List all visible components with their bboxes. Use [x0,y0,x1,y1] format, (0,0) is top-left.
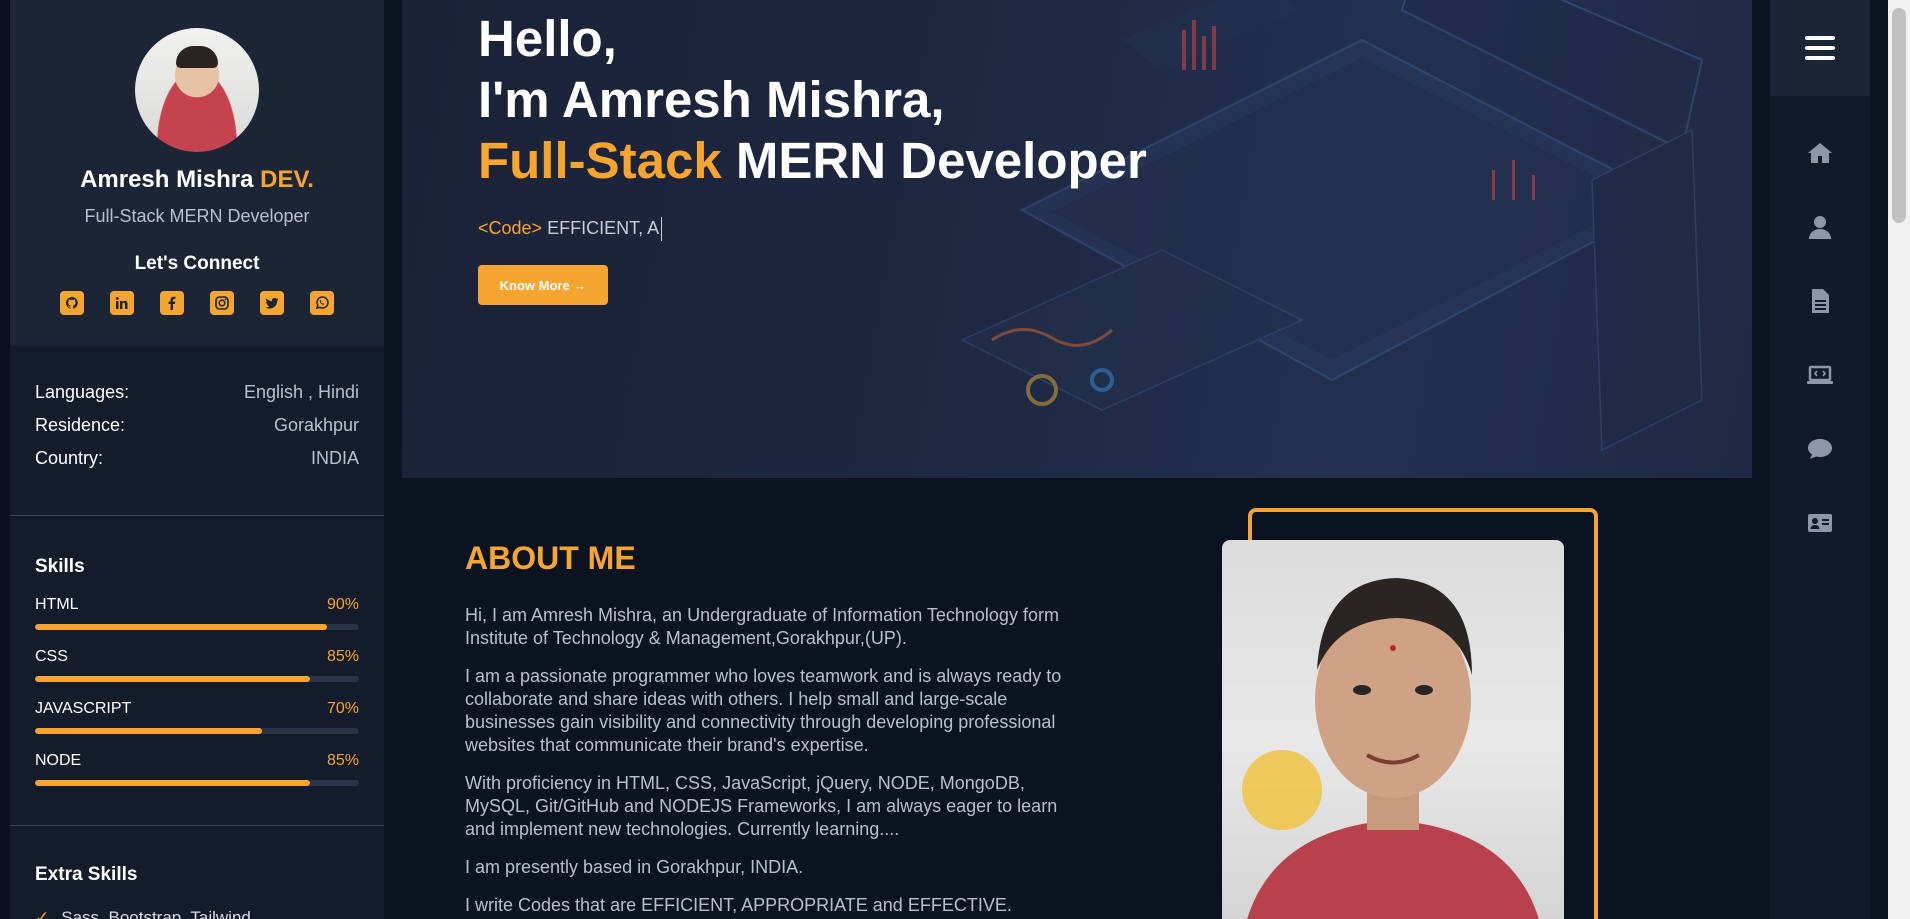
info-row-residence: Residence: Gorakhpur [35,415,359,436]
skill-bar [35,728,359,734]
extra-skill-item: ✓ Sass, Bootstrap, Tailwind [35,908,359,919]
info-key: Country: [35,448,104,468]
laptop-code-icon[interactable] [1770,338,1870,412]
skill-name: HTML [35,596,79,613]
skill-html: HTML 90% [35,596,359,630]
skill-percent: 70% [326,700,359,717]
typing-value: EFFICIENT, A [547,217,660,238]
profile-name: Amresh Mishra DEV. [10,166,384,194]
skill-css: CSS 85% [35,648,359,682]
connect-title: Let's Connect [134,253,260,274]
right-navigation [1770,0,1870,919]
skill-node: NODE 85% [35,752,359,786]
about-paragraph: Hi, I am Amresh Mishra, an Undergraduate… [465,605,1059,648]
text-cursor [661,217,663,241]
hero-role-rest: MERN Developer [735,132,1147,189]
about-paragraph: With proficiency in HTML, CSS, JavaScrip… [465,773,1058,839]
personal-info: Languages: English , Hindi Residence: Go… [10,346,384,516]
info-key: Languages: [35,382,130,402]
skill-percent: 90% [326,596,359,613]
profile-role: Full-Stack MERN Developer [84,206,310,226]
skill-bar-fill [35,780,311,786]
user-icon[interactable] [1770,190,1870,264]
hero-name: I'm Amresh Mishra, [478,71,945,128]
instagram-icon[interactable] [210,291,234,315]
extra-skill-label: Sass, Bootstrap, Tailwind [61,908,251,919]
info-row-country: Country: INDIA [35,448,359,469]
extra-skills-title: Extra Skills [35,864,138,885]
typing-code-tag: <Code> [478,217,543,238]
info-row-languages: Languages: English , Hindi [35,382,359,403]
linkedin-icon[interactable] [110,291,134,315]
skill-percent: 85% [326,752,359,769]
nav-list [1770,116,1870,560]
hero-greeting: Hello, [478,10,617,67]
know-more-button[interactable]: Know More → [478,265,608,305]
skills-title: Skills [35,556,85,577]
home-icon[interactable] [1770,116,1870,190]
page-scrollbar[interactable] [1888,0,1910,919]
profile-name-main: Amresh Mishra [80,166,254,193]
about-paragraph: I am a passionate programmer who loves t… [465,666,1062,755]
info-key: Residence: [35,415,126,435]
avatar [135,28,259,152]
twitter-icon[interactable] [260,291,284,315]
info-value: English , Hindi [243,382,359,402]
contact-card-icon[interactable] [1770,486,1870,560]
skill-name: JAVASCRIPT [35,700,132,717]
extra-skills-section: Extra Skills ✓ Sass, Bootstrap, Tailwind [10,826,384,919]
facebook-icon[interactable] [160,291,184,315]
info-value: Gorakhpur [273,415,359,435]
info-value: INDIA [310,448,359,468]
skill-bar [35,676,359,682]
about-text: Hi, I am Amresh Mishra, an Undergraduate… [465,604,1065,919]
skill-name: NODE [35,752,82,769]
skill-bar-fill [35,676,311,682]
left-edge [0,0,10,919]
profile-sidebar: Amresh Mishra DEV. Full-Stack MERN Devel… [10,0,384,919]
hero-banner: Hello, I'm Amresh Mishra, Full-Stack MER… [402,0,1752,478]
skill-percent: 85% [326,648,359,665]
about-paragraph: I am presently based in Gorakhpur, INDIA… [465,857,804,877]
skill-bar [35,780,359,786]
skill-javascript: JAVASCRIPT 70% [35,700,359,734]
hero-role-accent: Full-Stack [478,132,722,189]
skill-bar [35,624,359,630]
social-links [10,291,384,315]
scrollbar-thumb[interactable] [1892,8,1906,223]
about-paragraph: I write Codes that are EFFICIENT, APPROP… [465,895,1012,915]
github-icon[interactable] [60,291,84,315]
about-photo [1222,540,1564,919]
hero-role: Full-Stack MERN Developer [478,130,1147,191]
profile-card: Amresh Mishra DEV. Full-Stack MERN Devel… [10,0,384,346]
skills-section: Skills HTML 90% CSS 85% JAVASCRIPT 70% NODE… [10,516,384,826]
whatsapp-icon[interactable] [310,291,334,315]
skill-bar-fill [35,728,262,734]
skill-bar-fill [35,624,327,630]
skill-name: CSS [35,648,68,665]
profile-name-accent: DEV. [260,166,314,193]
typing-text: <Code> EFFICIENT, A [478,217,1147,241]
hamburger-menu-icon[interactable] [1770,0,1870,96]
hero-heading: Hello, I'm Amresh Mishra, Full-Stack MER… [478,8,1147,305]
chat-icon[interactable] [1770,412,1870,486]
about-title: ABOUT ME [465,540,636,576]
check-icon: ✓ [35,908,50,919]
document-icon[interactable] [1770,264,1870,338]
